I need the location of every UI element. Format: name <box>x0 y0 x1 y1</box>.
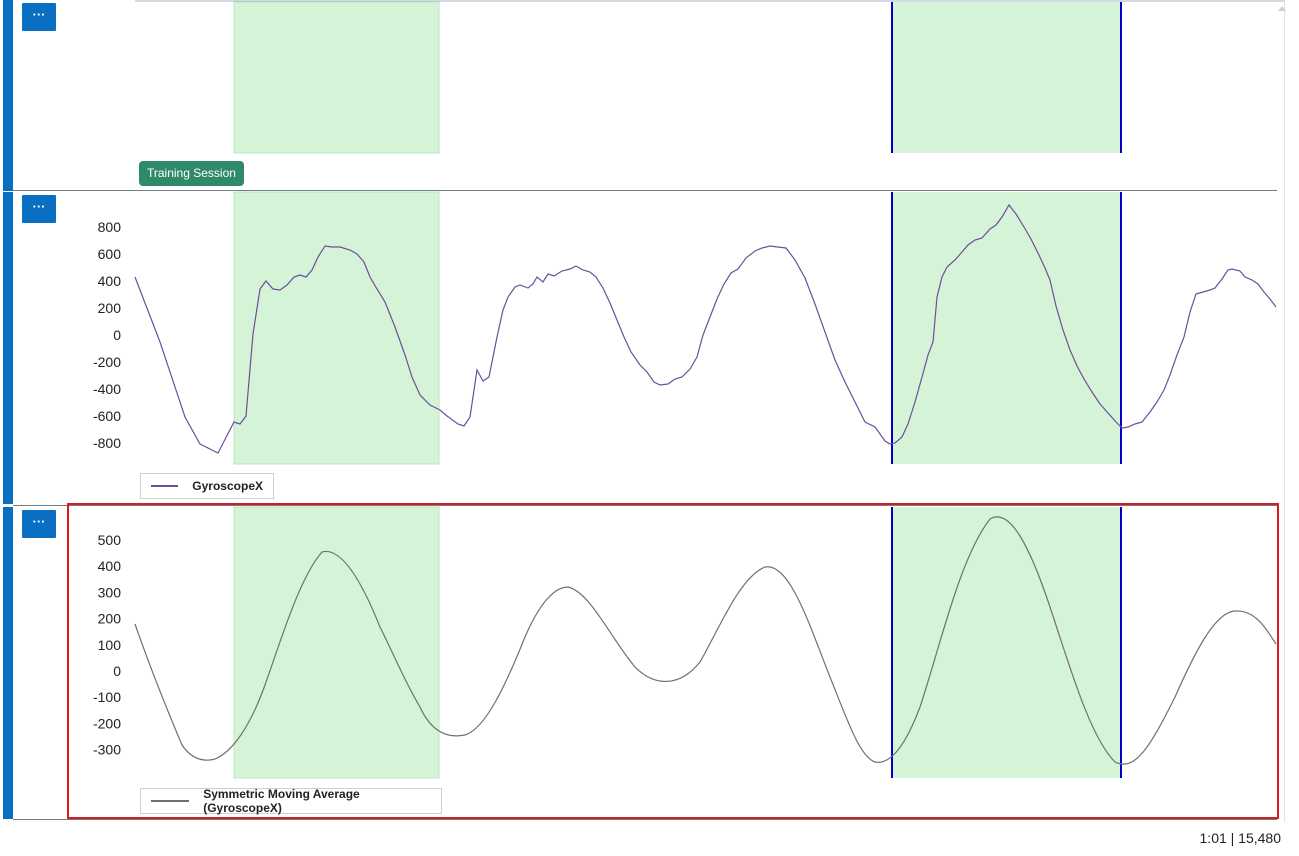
gyroscope-panel: ··· 800 600 400 200 0 -200 -400 -600 -800 Gyrosc… <box>0 191 1290 504</box>
moving-average-panel: ··· 500 400 300 200 100 0 -100 -200 -300 Symmetr… <box>0 506 1290 819</box>
y-tick-label: 200 <box>98 611 122 627</box>
y-tick-label: -200 <box>93 715 121 731</box>
gyroscope-legend[interactable]: GyroscopeX <box>140 473 274 499</box>
session-region-1[interactable] <box>233 506 440 779</box>
y-tick-label: 0 <box>113 663 121 679</box>
moving-average-plot: 500 400 300 200 100 0 -100 -200 -300 <box>93 506 1277 779</box>
panel-divider <box>13 819 1277 820</box>
session-region-2[interactable] <box>892 507 1121 778</box>
y-tick-label: 400 <box>98 558 122 574</box>
panel-divider <box>13 190 1277 191</box>
legend-label: Symmetric Moving Average (GyroscopeX) <box>203 787 360 815</box>
vertical-scrollbar[interactable] <box>1284 0 1285 822</box>
timeline-panel: ··· Training Session <box>0 0 1290 191</box>
y-tick-label: 300 <box>98 584 122 600</box>
gyroscope-plot: 800 600 400 200 0 -200 -400 -600 -800 <box>93 191 1277 465</box>
panel-divider <box>13 505 1277 506</box>
y-tick-label: 500 <box>98 532 122 548</box>
y-axis-ticks: 500 400 300 200 100 0 -100 -200 -300 <box>93 532 121 758</box>
y-tick-label: -600 <box>93 408 121 424</box>
moving-average-legend[interactable]: Symmetric Moving Average (GyroscopeX) <box>140 787 442 815</box>
legend-label: GyroscopeX <box>192 479 263 493</box>
legend-swatch <box>151 485 179 487</box>
y-tick-label: 400 <box>98 273 122 289</box>
y-tick-label: 600 <box>98 246 122 262</box>
y-tick-label: -800 <box>93 435 121 451</box>
y-tick-label: 0 <box>113 327 121 343</box>
y-tick-label: 200 <box>98 300 122 316</box>
y-tick-label: 100 <box>98 637 122 653</box>
y-tick-label: -300 <box>93 742 121 758</box>
session-region-2[interactable] <box>892 192 1121 464</box>
y-tick-label: -100 <box>93 689 121 705</box>
session-region-1[interactable] <box>233 191 440 465</box>
y-tick-label: -400 <box>93 381 121 397</box>
status-readout: 1:01 | 15,480 <box>1199 830 1281 846</box>
training-session-label[interactable]: Training Session <box>139 161 244 186</box>
y-tick-label: 800 <box>98 219 122 235</box>
legend-swatch <box>151 800 190 802</box>
session-region-2[interactable] <box>892 2 1121 153</box>
y-axis-ticks: 800 600 400 200 0 -200 -400 -600 -800 <box>93 219 121 451</box>
session-region-1[interactable] <box>233 1 440 154</box>
y-tick-label: -200 <box>93 354 121 370</box>
scroll-up-icon[interactable] <box>1278 6 1286 11</box>
